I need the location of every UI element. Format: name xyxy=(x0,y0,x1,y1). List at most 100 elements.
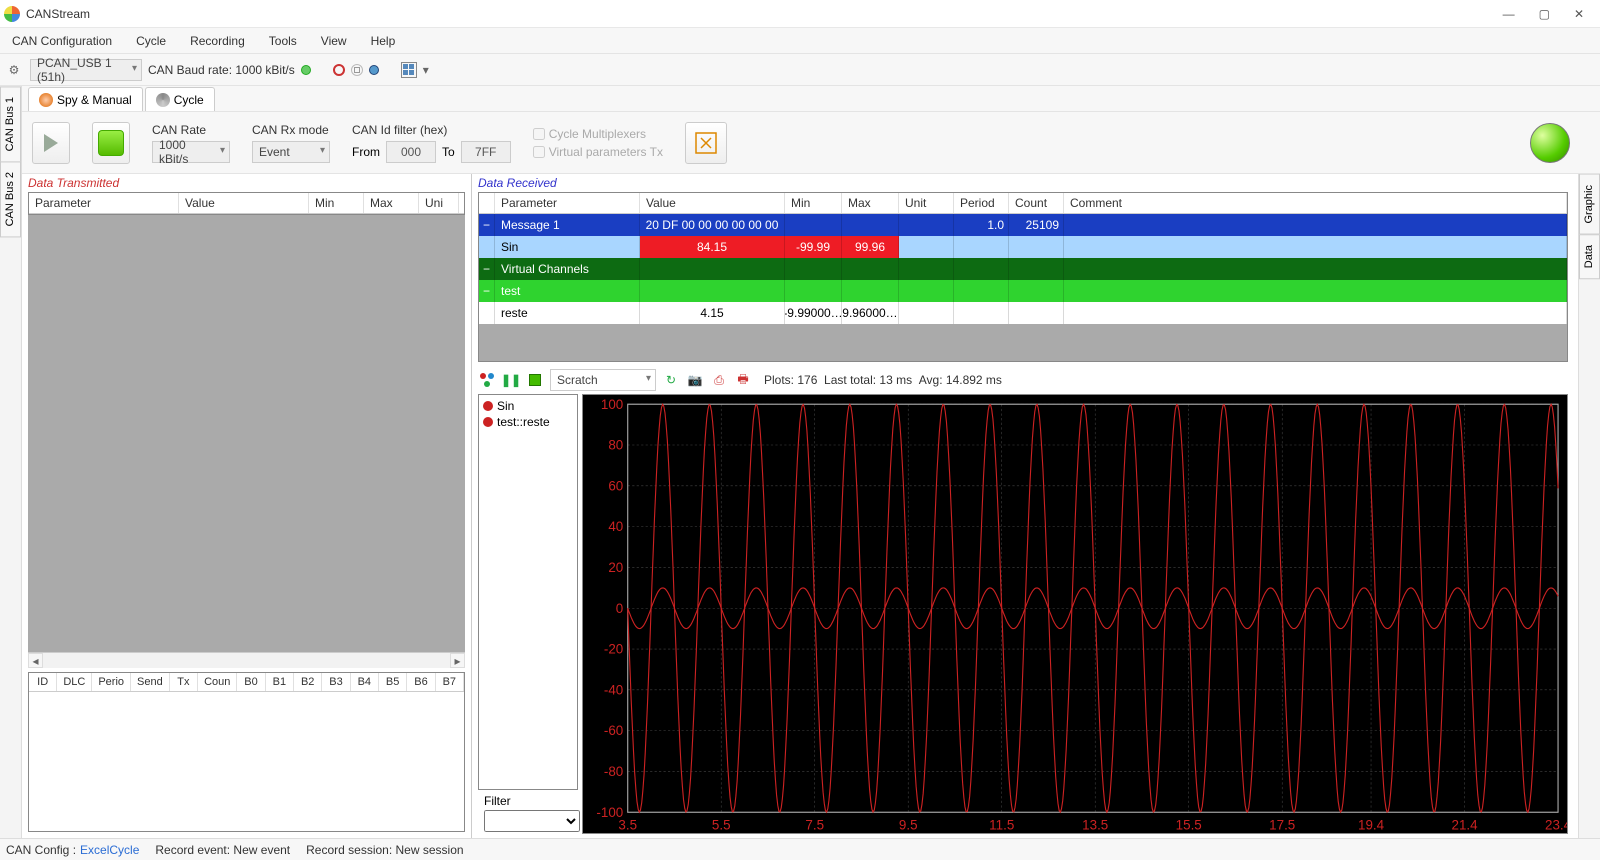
device-select[interactable]: PCAN_USB 1 (51h) xyxy=(30,59,142,81)
tx-col-uni[interactable]: Uni xyxy=(419,193,459,213)
stop-square-icon[interactable] xyxy=(526,371,544,389)
rx-col-unit[interactable]: Unit xyxy=(899,193,954,213)
gear-icon[interactable]: ⚙ xyxy=(4,60,24,80)
print-icon[interactable]: 🖶 xyxy=(734,371,752,389)
channels-icon[interactable] xyxy=(478,371,496,389)
filter-select[interactable] xyxy=(484,810,580,832)
legend-item[interactable]: test::reste xyxy=(483,415,573,429)
rx-cell-count xyxy=(1009,302,1064,324)
txraw-col-b2[interactable]: B2 xyxy=(294,673,322,691)
rx-cell-unit xyxy=(899,280,954,302)
green-box-button[interactable] xyxy=(92,122,130,164)
svg-text:20: 20 xyxy=(608,560,623,575)
svg-text:9.5: 9.5 xyxy=(899,817,918,832)
tx-col-parameter[interactable]: Parameter xyxy=(29,193,179,213)
series-color-icon xyxy=(483,417,493,427)
expand-toggle[interactable] xyxy=(479,302,495,324)
layout-grid-button[interactable] xyxy=(401,62,417,78)
tab-spy-manual[interactable]: Spy & Manual xyxy=(28,87,143,111)
txraw-col-id[interactable]: ID xyxy=(29,673,57,691)
scroll-left-icon[interactable]: ◂ xyxy=(28,653,43,668)
menu-recording[interactable]: Recording xyxy=(178,30,257,52)
user-icon xyxy=(39,93,53,107)
expand-toggle[interactable]: − xyxy=(479,258,495,280)
virtual-tx-checkbox[interactable]: Virtual parameters Tx xyxy=(533,145,663,159)
rx-cell-min xyxy=(785,258,842,280)
txraw-col-tx[interactable]: Tx xyxy=(170,673,198,691)
layout-dropdown-arrow[interactable]: ▾ xyxy=(423,63,429,77)
stop-button[interactable] xyxy=(351,64,363,76)
vside-graphic[interactable]: Graphic xyxy=(1579,174,1600,235)
vside-data[interactable]: Data xyxy=(1579,234,1600,279)
menu-cycle[interactable]: Cycle xyxy=(124,30,178,52)
rx-row[interactable]: reste4.15-9.99000…9.96000… xyxy=(479,302,1567,324)
menu-tools[interactable]: Tools xyxy=(257,30,309,52)
maximize-button[interactable]: ▢ xyxy=(1539,7,1550,21)
menu-help[interactable]: Help xyxy=(359,30,408,52)
config-button[interactable] xyxy=(685,122,727,164)
can-rate-select[interactable]: 1000 kBit/s xyxy=(152,141,230,163)
filter-from-input[interactable] xyxy=(386,141,436,163)
expand-toggle[interactable] xyxy=(479,236,495,258)
menu-view[interactable]: View xyxy=(309,30,359,52)
marker-dot-icon[interactable] xyxy=(369,65,379,75)
tx-col-max[interactable]: Max xyxy=(364,193,419,213)
rx-mode-label: CAN Rx mode xyxy=(252,123,330,137)
txraw-col-b5[interactable]: B5 xyxy=(379,673,407,691)
svg-text:40: 40 xyxy=(608,519,623,534)
signal-chart[interactable]: -100-80-60-40-200204060801003.55.57.59.5… xyxy=(583,395,1567,833)
rx-mode-select[interactable]: Event xyxy=(252,141,330,163)
txraw-col-dlc[interactable]: DLC xyxy=(57,673,92,691)
tab-cycle[interactable]: Cycle xyxy=(145,87,215,111)
tx-col-value[interactable]: Value xyxy=(179,193,309,213)
expand-toggle[interactable]: − xyxy=(479,280,495,302)
graph-preset-select[interactable]: Scratch xyxy=(550,369,656,391)
play-button[interactable] xyxy=(32,122,70,164)
txraw-col-perio[interactable]: Perio xyxy=(92,673,131,691)
snapshot-icon[interactable]: ⎙ xyxy=(710,371,728,389)
refresh-icon[interactable]: ↻ xyxy=(662,371,680,389)
rx-col-value[interactable]: Value xyxy=(640,193,785,213)
expand-toggle[interactable]: − xyxy=(479,214,495,236)
txraw-col-coun[interactable]: Coun xyxy=(198,673,237,691)
rx-row[interactable]: −Virtual Channels xyxy=(479,258,1567,280)
rx-cell-value: 84.15 xyxy=(640,236,785,258)
rx-row[interactable]: −test xyxy=(479,280,1567,302)
txraw-col-b6[interactable]: B6 xyxy=(407,673,435,691)
rx-col-min[interactable]: Min xyxy=(785,193,842,213)
tx-scrollbar[interactable]: ◂ ▸ xyxy=(28,652,465,668)
txraw-col-b4[interactable]: B4 xyxy=(351,673,379,691)
minimize-button[interactable]: — xyxy=(1503,7,1515,21)
vtab-can-bus-1[interactable]: CAN Bus 1 xyxy=(0,86,21,162)
rx-row[interactable]: Sin84.15-99.9999.96 xyxy=(479,236,1567,258)
graph-legend: Sintest::reste xyxy=(478,394,578,790)
vtab-can-bus-2[interactable]: CAN Bus 2 xyxy=(0,161,21,237)
rx-col-max[interactable]: Max xyxy=(842,193,899,213)
rx-col-period[interactable]: Period xyxy=(954,193,1009,213)
close-button[interactable]: ✕ xyxy=(1574,7,1584,21)
rx-col-comment[interactable]: Comment xyxy=(1064,193,1567,213)
status-config-link[interactable]: ExcelCycle xyxy=(80,843,139,857)
menu-can-configuration[interactable]: CAN Configuration xyxy=(0,30,124,52)
tx-col-min[interactable]: Min xyxy=(309,193,364,213)
camera-icon[interactable]: 📷 xyxy=(686,371,704,389)
rx-cell-unit xyxy=(899,236,954,258)
cycle-mux-checkbox[interactable]: Cycle Multiplexers xyxy=(533,127,663,141)
scroll-right-icon[interactable]: ▸ xyxy=(450,653,465,668)
txraw-col-send[interactable]: Send xyxy=(131,673,170,691)
txraw-col-b0[interactable]: B0 xyxy=(237,673,265,691)
legend-item[interactable]: Sin xyxy=(483,399,573,413)
rx-row[interactable]: −Message 120 DF 00 00 00 00 00 001.02510… xyxy=(479,214,1567,236)
txraw-col-b7[interactable]: B7 xyxy=(436,673,464,691)
rx-cell-max xyxy=(842,214,899,236)
txraw-col-b1[interactable]: B1 xyxy=(266,673,294,691)
record-button[interactable] xyxy=(333,64,345,76)
svg-text:11.5: 11.5 xyxy=(989,817,1014,832)
pause-icon[interactable]: ❚❚ xyxy=(502,371,520,389)
filter-to-input[interactable] xyxy=(461,141,511,163)
rx-col-parameter[interactable]: Parameter xyxy=(495,193,640,213)
rx-cell-count xyxy=(1009,236,1064,258)
txraw-col-b3[interactable]: B3 xyxy=(322,673,350,691)
rx-col-count[interactable]: Count xyxy=(1009,193,1064,213)
rx-cell-comment xyxy=(1064,302,1567,324)
